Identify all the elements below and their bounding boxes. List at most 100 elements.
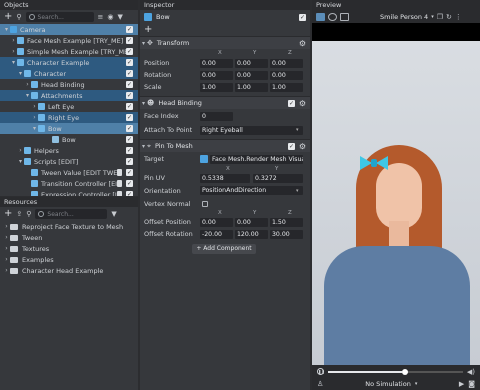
gear-icon[interactable]: ⚙ [299,99,306,108]
pause-icon[interactable]: ❚❚ [317,368,325,375]
simulation-select[interactable]: No Simulation [365,380,411,388]
add-component-plus[interactable]: + [144,25,152,35]
funnel-icon[interactable]: ▼ [111,210,116,218]
rotation-z[interactable]: 0.00 [270,70,303,80]
position-z[interactable]: 0.00 [270,58,303,68]
enabled-checkbox[interactable]: ✓ [126,180,133,187]
enabled-checkbox[interactable]: ✓ [126,70,133,77]
enabled-checkbox[interactable]: ✓ [126,103,133,110]
person-select[interactable]: Smile Person 4 [380,13,428,21]
funnel-icon[interactable]: ▼ [118,13,123,21]
enabled-checkbox[interactable]: ✓ [126,37,133,44]
chevron-icon[interactable]: ▾ [31,125,38,132]
chevron-icon[interactable]: › [3,267,10,274]
resources-search-input[interactable]: Search... [47,211,73,218]
copy-icon[interactable]: ❐ [437,13,443,21]
preview-viewport[interactable] [312,41,480,366]
enabled-checkbox[interactable]: ✓ [126,136,133,143]
object-row[interactable]: › Simple Mesh Example [TRY_ME] ✓ [0,46,138,57]
resources-search[interactable]: Search... [35,209,108,219]
rotation-x[interactable]: 0.00 [200,70,233,80]
chevron-icon[interactable]: › [10,37,17,44]
chevron-icon[interactable]: › [10,48,17,55]
resource-row[interactable]: › Textures [0,243,138,254]
head-binding-enabled-checkbox[interactable]: ✓ [288,99,295,107]
add-resource-button[interactable]: + [4,209,12,219]
person-icon[interactable]: ♙ [317,380,323,388]
chevron-icon[interactable]: › [3,256,10,263]
object-row[interactable]: ▾ Attachments ✓ [0,90,138,101]
enabled-checkbox[interactable]: ✓ [126,26,133,33]
vertex-normal-checkbox[interactable] [202,200,208,207]
volume-icon[interactable]: ◀) [467,368,475,376]
add-object-button[interactable]: + [4,12,12,22]
objects-search[interactable]: Search... [25,12,94,22]
enabled-checkbox[interactable]: ✓ [126,81,133,88]
pin-uv-y[interactable]: 0.3272 [253,173,303,183]
attach-to-point-select[interactable]: Right Eyeball [200,125,303,135]
resource-row[interactable]: › Tween [0,232,138,243]
filter-icon[interactable]: ⚲ [16,13,21,21]
chevron-icon[interactable]: ▾ [17,70,24,77]
target-field[interactable]: Face Mesh.Render Mesh Visual [210,154,303,164]
position-x[interactable]: 0.00 [200,58,233,68]
offset-position-y[interactable]: 0.00 [235,217,268,227]
offset-rotation-z[interactable]: 30.00 [270,229,303,239]
chevron-icon[interactable]: › [24,81,31,88]
scale-x[interactable]: 1.00 [200,82,233,92]
offset-position-x[interactable]: 0.00 [200,217,233,227]
enabled-checkbox[interactable]: ✓ [126,125,133,132]
head-binding-section[interactable]: ▾ ☻ Head Binding ✓ ⚙ [140,96,310,109]
object-row[interactable]: › Face Mesh Example [TRY_ME] ✓ [0,35,138,46]
chevron-icon[interactable]: › [31,114,38,121]
camera-icon[interactable] [340,12,349,21]
gear-icon[interactable]: ⚙ [299,142,306,151]
chevron-icon[interactable]: ▾ [17,158,24,165]
enabled-checkbox[interactable]: ✓ [126,48,133,55]
chevron-icon[interactable]: › [17,147,24,154]
enabled-checkbox[interactable]: ✓ [126,169,133,176]
position-y[interactable]: 0.00 [235,58,268,68]
offset-rotation-y[interactable]: 120.00 [235,229,268,239]
timeline-slider[interactable] [328,368,463,375]
filter-icon[interactable]: ⚲ [26,210,31,218]
enabled-checkbox[interactable]: ✓ [126,147,133,154]
object-row[interactable]: › Right Eye ✓ [0,112,138,123]
object-row[interactable]: Tween Value [EDIT TWE ✓ [0,167,138,178]
enabled-checkbox[interactable]: ✓ [126,191,133,196]
gear-icon[interactable]: ⚙ [299,39,306,48]
chevron-icon[interactable]: ▾ [24,92,31,99]
object-row[interactable]: ▾ Bow ✓ [0,123,138,134]
object-row[interactable]: ▾ Scripts [EDIT] ✓ [0,156,138,167]
face-view-icon[interactable] [328,12,337,21]
add-component-button[interactable]: + Add Component [192,244,256,254]
refresh-icon[interactable]: ↻ [446,13,452,21]
objects-search-input[interactable]: Search... [38,14,64,21]
rotation-y[interactable]: 0.00 [235,70,268,80]
resource-row[interactable]: › Reproject Face Texture to Mesh [0,221,138,232]
camera-view-icon[interactable] [316,12,325,21]
pin-to-mesh-section[interactable]: ▾ ⌖ Pin To Mesh ✓ ⚙ [140,139,310,152]
pin-enabled-checkbox[interactable]: ✓ [288,142,295,150]
chevron-icon[interactable]: › [3,234,10,241]
enabled-checkbox[interactable]: ✓ [126,114,133,121]
face-index-field[interactable]: 0 [200,111,233,121]
resource-row[interactable]: › Character Head Example [0,265,138,276]
object-enabled-checkbox[interactable]: ✓ [299,13,306,21]
transform-section[interactable]: ▾ ✥ Transform ⚙ [140,36,310,49]
more-icon[interactable]: ⋮ [455,13,462,21]
resource-row[interactable]: › Examples [0,254,138,265]
chevron-icon[interactable]: › [3,223,10,230]
object-row[interactable]: › Head Binding ✓ [0,79,138,90]
enabled-checkbox[interactable]: ✓ [126,59,133,66]
offset-position-z[interactable]: 1.50 [270,217,303,227]
object-row[interactable]: ▾ Camera ✓ [0,24,138,35]
chevron-icon[interactable]: › [3,245,10,252]
object-row[interactable]: Transition Controller [EI ✓ [0,178,138,189]
video-icon[interactable]: ▶ [459,380,464,388]
list-icon[interactable]: ≡ [98,13,104,21]
scale-z[interactable]: 1.00 [270,82,303,92]
object-row[interactable]: ▾ Character Example ✓ [0,57,138,68]
offset-rotation-x[interactable]: -20.00 [200,229,233,239]
enabled-checkbox[interactable]: ✓ [126,92,133,99]
